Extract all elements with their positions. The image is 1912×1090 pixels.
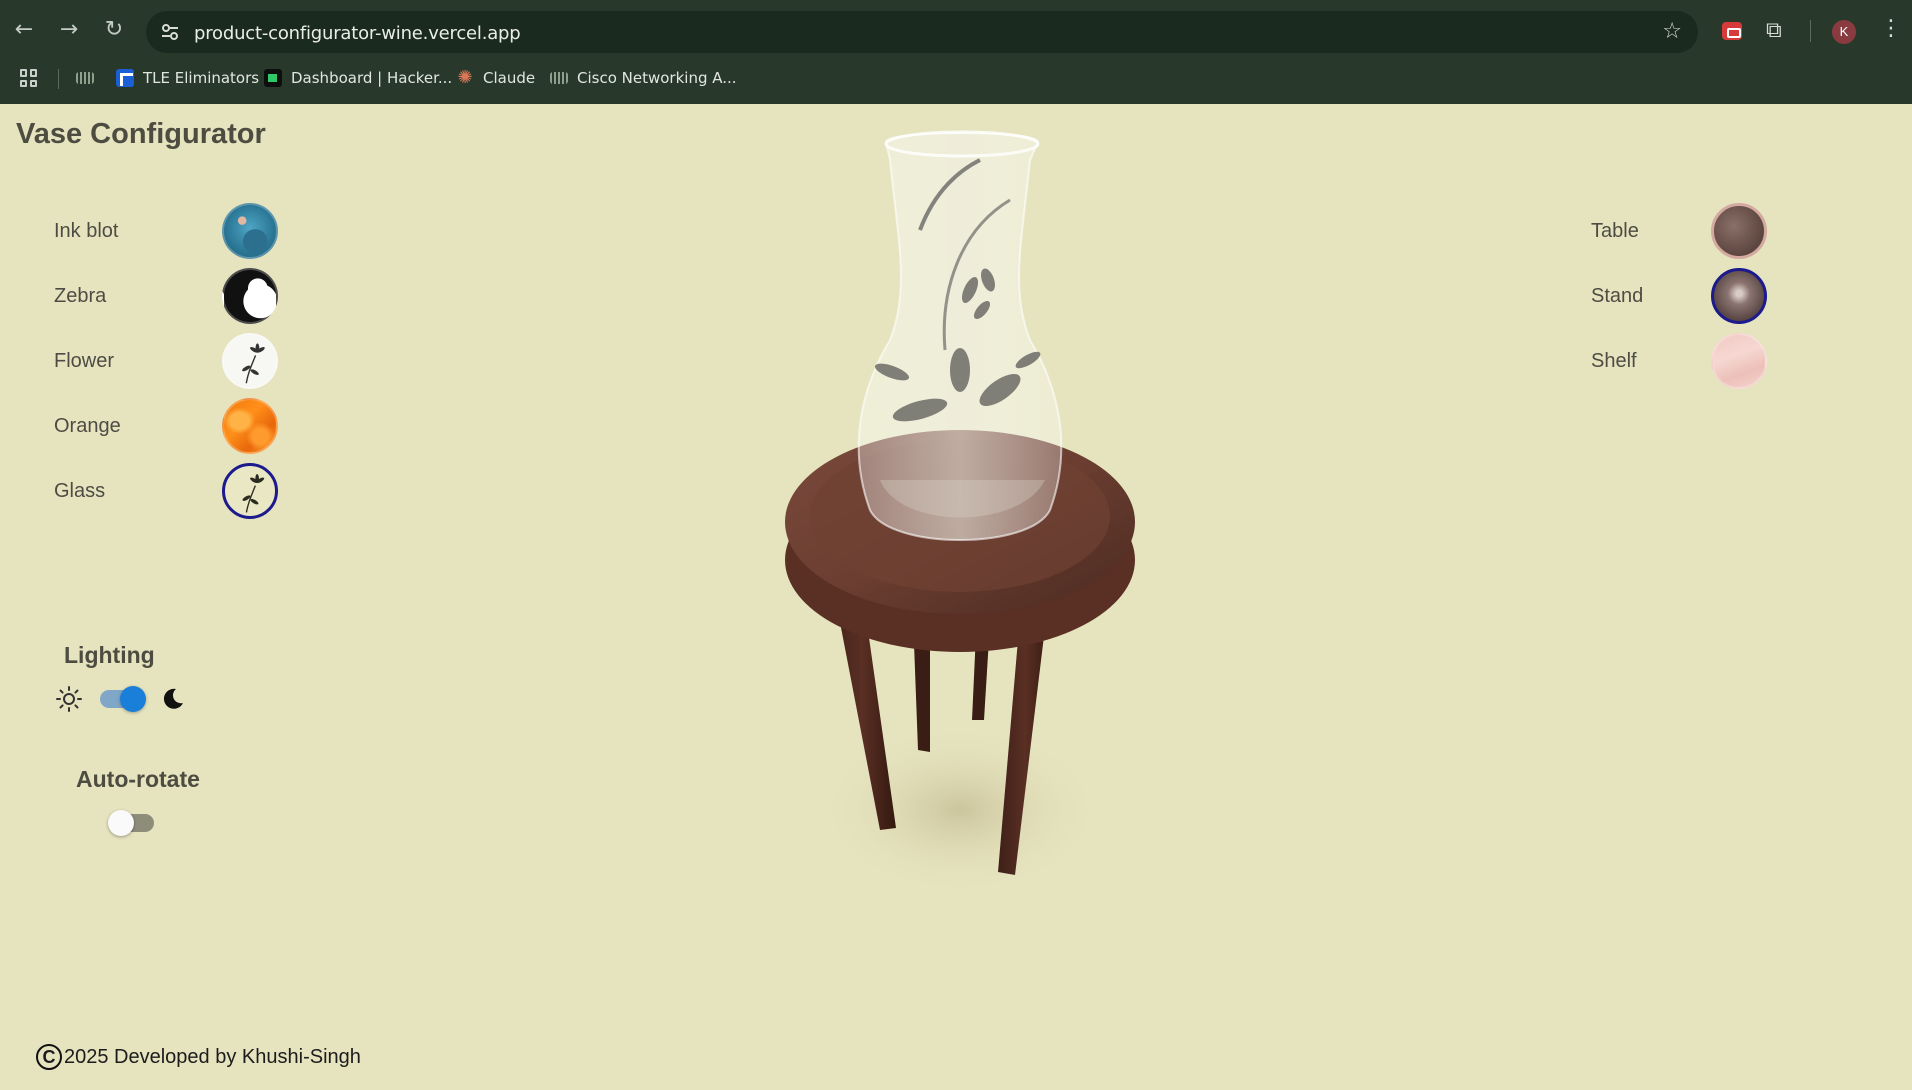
- cisco-icon: [76, 72, 94, 84]
- lighting-title: Lighting: [64, 642, 155, 668]
- vase-option-zebra[interactable]: Zebra: [54, 268, 278, 324]
- cisco-icon: [550, 72, 568, 84]
- stand-option-stand[interactable]: Stand: [1591, 268, 1767, 324]
- floor-shadow: [810, 720, 1110, 900]
- 3d-model-viewer[interactable]: [760, 120, 1160, 940]
- option-label: Flower: [54, 349, 115, 372]
- shelf-swatch[interactable]: [1711, 333, 1767, 389]
- reload-icon[interactable]: ↻: [100, 16, 128, 44]
- option-label: Stand: [1591, 284, 1644, 307]
- vase-model: [857, 130, 1063, 541]
- bookmark-label: Cisco Networking A...: [577, 69, 737, 87]
- option-label: Shelf: [1591, 349, 1637, 372]
- extension-icon[interactable]: [1722, 22, 1742, 40]
- bookmark-claude[interactable]: ✺ Claude: [456, 64, 535, 92]
- flower-swatch[interactable]: [222, 333, 278, 389]
- bookmark-label: Claude: [483, 69, 536, 87]
- extensions-puzzle-icon[interactable]: ⧉: [1766, 18, 1782, 43]
- bookmark-label: Dashboard | Hacker...: [291, 69, 453, 87]
- tle-icon: [116, 69, 134, 87]
- auto-rotate-toggle[interactable]: [108, 810, 154, 836]
- vase-option-glass[interactable]: Glass: [54, 463, 278, 519]
- hackerrank-icon: [264, 69, 282, 87]
- footer: C 2025 Developed by Khushi-Singh: [36, 1044, 361, 1070]
- toggle-knob: [108, 810, 134, 836]
- url-text[interactable]: product-configurator-wine.vercel.app: [194, 23, 521, 44]
- bookmark-tle[interactable]: TLE Eliminators: [116, 64, 259, 92]
- auto-rotate-title: Auto-rotate: [76, 766, 200, 792]
- vase-option-ink-blot[interactable]: Ink blot: [54, 203, 278, 259]
- option-label: Ink blot: [54, 219, 119, 242]
- vase-option-orange[interactable]: Orange: [54, 398, 278, 454]
- profile-avatar[interactable]: K: [1832, 20, 1856, 44]
- browser-menu-icon[interactable]: ⋮: [1880, 16, 1902, 41]
- stand-option-shelf[interactable]: Shelf: [1591, 333, 1767, 389]
- site-settings-icon[interactable]: [160, 22, 180, 42]
- bookmark-cisco[interactable]: Cisco Networking A...: [550, 64, 737, 92]
- claude-icon: ✺: [457, 67, 473, 88]
- vase-option-flower[interactable]: Flower: [54, 333, 278, 389]
- sun-icon: [56, 686, 82, 712]
- bookmark-label: TLE Eliminators: [143, 69, 260, 87]
- glass-swatch[interactable]: [222, 463, 278, 519]
- flower-icon: [242, 343, 265, 384]
- toolbar-divider: [1810, 20, 1811, 42]
- back-icon[interactable]: ←: [10, 16, 38, 44]
- flower-icon: [242, 474, 265, 513]
- footer-text: 2025 Developed by Khushi-Singh: [64, 1045, 361, 1068]
- stand-swatch[interactable]: [1711, 268, 1767, 324]
- option-label: Orange: [54, 414, 121, 437]
- bookmark-hackerrank[interactable]: Dashboard | Hacker...: [264, 64, 452, 92]
- zebra-swatch[interactable]: [222, 268, 278, 324]
- option-label: Glass: [54, 479, 106, 502]
- copyright-icon: C: [36, 1044, 62, 1070]
- stand-option-table[interactable]: Table: [1591, 203, 1767, 259]
- orange-swatch[interactable]: [222, 398, 278, 454]
- option-label: Zebra: [54, 284, 107, 307]
- bookmarks-divider: [58, 69, 59, 89]
- option-label: Table: [1591, 219, 1639, 242]
- page-title: Vase Configurator: [16, 118, 266, 150]
- address-bar[interactable]: product-configurator-wine.vercel.app ☆: [146, 11, 1698, 53]
- moon-icon: [163, 688, 183, 709]
- bookmark-cisco-icon-only[interactable]: [76, 64, 103, 92]
- browser-toolbar: ← → ↻ product-configurator-wine.vercel.a…: [0, 0, 1912, 64]
- toggle-knob: [120, 686, 146, 712]
- apps-grid-icon[interactable]: [20, 69, 38, 87]
- forward-icon[interactable]: →: [55, 16, 83, 44]
- ink-blot-swatch[interactable]: [222, 203, 278, 259]
- table-swatch[interactable]: [1711, 203, 1767, 259]
- bookmark-star-icon[interactable]: ☆: [1662, 19, 1682, 44]
- lighting-toggle[interactable]: [100, 686, 146, 712]
